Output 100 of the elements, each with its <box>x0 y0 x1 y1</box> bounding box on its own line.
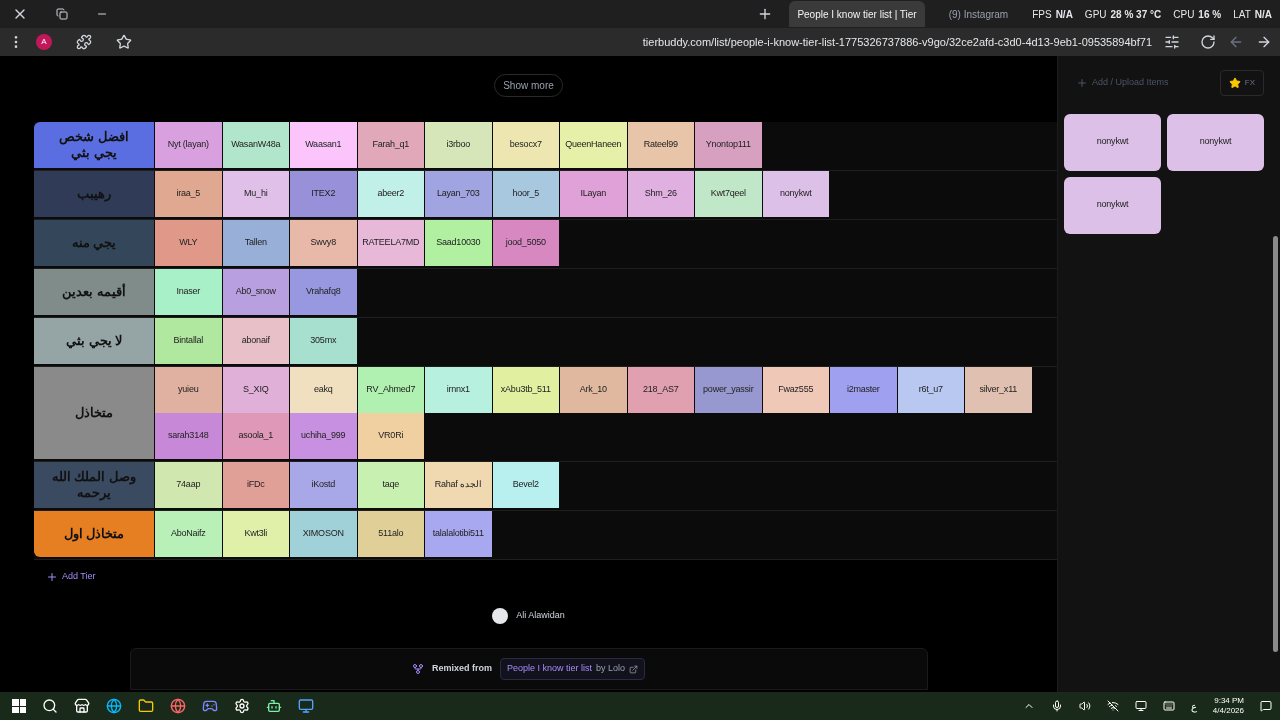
tier-item[interactable]: Bevel2 <box>491 462 559 508</box>
speaker-icon[interactable] <box>1078 700 1091 712</box>
tier-item[interactable]: i2master <box>829 367 897 413</box>
tier-item[interactable]: besocx7 <box>491 122 559 168</box>
add-tier-button[interactable]: Add Tier <box>46 570 96 584</box>
tier-item[interactable]: Nyt (layan) <box>154 122 222 168</box>
tier-item[interactable]: irnnx1 <box>424 367 492 413</box>
tier-item[interactable]: Rahaf الجده <box>424 462 492 508</box>
tier-item[interactable]: 305mx <box>289 318 357 364</box>
tier-item[interactable]: nonykwt <box>1064 176 1161 234</box>
author-name[interactable]: Ali Alawidan <box>516 608 565 623</box>
notification-icon[interactable] <box>1260 700 1272 712</box>
restore-icon[interactable] <box>56 8 68 20</box>
tier-item[interactable]: Waasan1 <box>289 122 357 168</box>
tier-item[interactable]: Bintallal <box>154 318 222 364</box>
tier-item[interactable]: Vrahafq8 <box>289 269 357 315</box>
gear-icon[interactable] <box>234 698 250 714</box>
tier-item[interactable]: iKostd <box>289 462 357 508</box>
tier-item[interactable]: iFDc <box>221 462 289 508</box>
profile-avatar[interactable]: A <box>36 34 52 50</box>
address-url[interactable]: tierbuddy.com/list/people-i-know-tier-list-1775326737886-v9go/32ce2afd-c3d0-4d13-9eb1-09535894bf71 <box>642 33 1152 51</box>
tier-item[interactable]: abeer2 <box>356 171 424 217</box>
tier-item[interactable]: silver_x11 <box>964 367 1032 413</box>
tier-item[interactable]: sarah3148 <box>154 413 222 459</box>
tier-item[interactable]: RATEELA7MD <box>356 220 424 266</box>
microphone-icon[interactable] <box>1050 700 1063 712</box>
tier-item[interactable]: WLY <box>154 220 222 266</box>
fx-button[interactable]: FX <box>1219 70 1264 96</box>
monitor-icon[interactable] <box>1134 700 1147 712</box>
tier-item[interactable]: nonykwt <box>1064 113 1161 171</box>
bookmark-star-icon[interactable] <box>116 34 132 50</box>
folder-icon[interactable] <box>138 698 154 714</box>
tier-item[interactable]: iraa_5 <box>154 171 222 217</box>
globe-icon[interactable] <box>106 698 122 714</box>
search-icon[interactable] <box>42 698 58 714</box>
tier-item[interactable]: QueenHaneen <box>559 122 627 168</box>
tier-item[interactable]: ILayan <box>559 171 627 217</box>
tier-item[interactable]: asoola_1 <box>221 413 289 459</box>
tier-label[interactable]: افضل شخص يجي بثي <box>34 122 154 168</box>
tier-label[interactable]: أقيمه بعدين <box>34 269 154 315</box>
tier-item[interactable]: XIMOSON <box>289 511 357 557</box>
tier-item[interactable]: Ynontop111 <box>694 122 762 168</box>
globe-icon[interactable] <box>170 698 186 714</box>
tier-item[interactable]: r6t_u7 <box>896 367 964 413</box>
tier-item[interactable]: Kwt3li <box>221 511 289 557</box>
tier-item[interactable]: nonykwt <box>761 171 829 217</box>
tier-item[interactable]: Ark_10 <box>559 367 627 413</box>
tier-item[interactable]: yuieu <box>154 367 222 413</box>
tier-item[interactable]: RV_Ahmed7 <box>356 367 424 413</box>
browser-tab[interactable]: (9) Instagram <box>940 1 1017 27</box>
tier-item[interactable]: WasanW48a <box>221 122 289 168</box>
browser-tab[interactable]: People I know tier list | Tier <box>789 1 925 27</box>
robot-icon[interactable] <box>266 698 282 714</box>
tier-item[interactable]: nonykwt <box>1167 113 1264 171</box>
tier-item[interactable]: 511alo <box>356 511 424 557</box>
tier-item[interactable]: Farah_q1 <box>356 122 424 168</box>
tier-item[interactable]: Fwaz555 <box>761 367 829 413</box>
tier-item[interactable]: ITEX2 <box>289 171 357 217</box>
language-indicator[interactable]: ع <box>1190 698 1197 714</box>
wifi-off-icon[interactable] <box>1106 700 1119 712</box>
tier-item[interactable]: 74aap <box>154 462 222 508</box>
tier-item[interactable]: taqe <box>356 462 424 508</box>
tier-item[interactable]: Inaser <box>154 269 222 315</box>
tier-item[interactable]: Swvy8 <box>289 220 357 266</box>
source-list-link[interactable]: People I know tier list by Lolo <box>499 658 646 680</box>
extensions-icon[interactable] <box>76 34 92 50</box>
tier-label[interactable]: متخاذل اول <box>34 511 154 557</box>
tier-item[interactable]: AboNaifz <box>154 511 222 557</box>
gamepad-icon[interactable] <box>202 698 218 714</box>
tier-item[interactable]: uchiha_999 <box>289 413 357 459</box>
monitor-icon[interactable] <box>298 698 314 714</box>
tier-item[interactable]: power_yassir <box>694 367 762 413</box>
tier-item[interactable]: Tallen <box>221 220 289 266</box>
tier-item[interactable]: abonaif <box>221 318 289 364</box>
tier-item[interactable]: Kwt7qeel <box>694 171 762 217</box>
clock[interactable]: 9:34 PM 4/4/2026 <box>1212 696 1244 716</box>
scrollbar-thumb[interactable] <box>1272 236 1278 652</box>
forward-icon[interactable] <box>1256 34 1272 50</box>
tier-item[interactable]: 218_AS7 <box>626 367 694 413</box>
tier-item[interactable]: VR0Ri <box>356 413 424 459</box>
keyboard-icon[interactable] <box>1162 700 1175 712</box>
site-settings-icon[interactable] <box>1164 34 1180 50</box>
tier-item[interactable]: hoor_5 <box>491 171 559 217</box>
reload-icon[interactable] <box>1200 34 1216 50</box>
windows-start-icon[interactable] <box>12 699 26 713</box>
tier-item[interactable]: talalalotibi511 <box>424 511 492 557</box>
tier-item[interactable]: Layan_703 <box>424 171 492 217</box>
tier-item[interactable]: Saad10030 <box>424 220 492 266</box>
tier-item[interactable]: eakq <box>289 367 357 413</box>
tier-item[interactable]: xAbu3tb_511 <box>491 367 559 413</box>
tier-item[interactable]: Shm_26 <box>626 171 694 217</box>
tier-label[interactable]: متخاذل <box>34 367 154 459</box>
tier-item[interactable]: Rateel99 <box>626 122 694 168</box>
tier-item[interactable]: jood_5050 <box>491 220 559 266</box>
tier-item[interactable]: Mu_hi <box>221 171 289 217</box>
tier-item[interactable]: S_XIQ <box>221 367 289 413</box>
store-icon[interactable] <box>74 698 90 714</box>
tier-item[interactable]: i3rboo <box>424 122 492 168</box>
tier-item[interactable]: Ab0_snow <box>221 269 289 315</box>
tier-label[interactable]: لا يجي بثي <box>34 318 154 364</box>
